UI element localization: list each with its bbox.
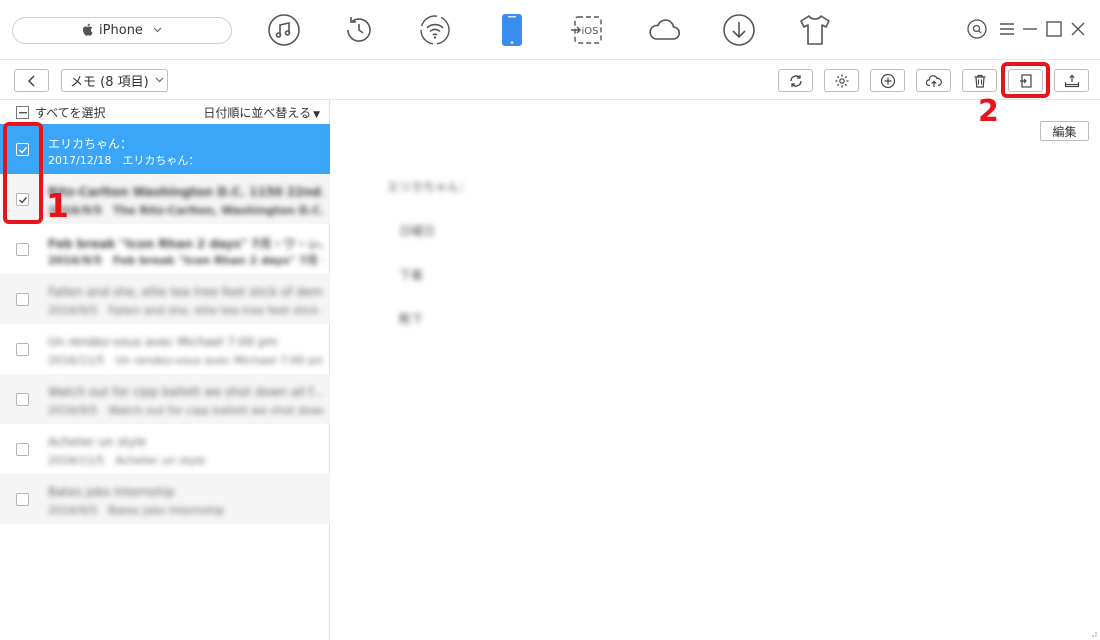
list-item[interactable]: Feb break "Icon Rhan 2 days" 7月・ワ・ぃ... 2…: [0, 224, 330, 274]
note-subtitle: 2016/9/5 The Ritz-Carlton, Washington D.…: [48, 204, 323, 217]
refresh-icon: [789, 74, 802, 87]
add-button[interactable]: [870, 69, 905, 92]
menu-icon[interactable]: [996, 18, 1018, 40]
row-checkbox[interactable]: [16, 293, 29, 306]
list-item[interactable]: Fallen and she, ellie tea tree feet stic…: [0, 274, 330, 324]
list-header: すべてを選択 日付順に並べ替える ▼: [0, 100, 330, 124]
download-icon[interactable]: [721, 12, 757, 48]
notes-list-panel: すべてを選択 日付順に並べ替える ▼ エリカちゃん： 2017/12/18 エリカ…: [0, 100, 330, 640]
gear-icon: [835, 74, 848, 87]
step-number-1: 1: [46, 186, 69, 225]
refresh-button[interactable]: [778, 69, 813, 92]
trash-icon: [974, 74, 985, 88]
iphone-icon[interactable]: [494, 12, 530, 48]
note-line: 下着: [399, 268, 424, 282]
chevron-down-icon: [153, 26, 162, 36]
device-upload-icon: [1064, 74, 1079, 87]
minimize-icon[interactable]: [1019, 18, 1041, 40]
apple-icon: [82, 23, 93, 39]
note-subtitle: 2016/11/5 Acheter un style: [48, 454, 206, 467]
delete-button[interactable]: [962, 69, 997, 92]
note-detail-panel: 編集 エリカちゃん： 日曜日 下着 靴下: [331, 100, 1100, 640]
select-all-label[interactable]: すべてを選択: [35, 104, 105, 121]
list-item[interactable]: Bates jobs Internship 2016/9/5 Bates job…: [0, 474, 330, 524]
wifi-sync-icon[interactable]: [417, 12, 453, 48]
music-icon[interactable]: [266, 12, 302, 48]
note-line: 靴下: [399, 312, 424, 326]
note-subtitle: 2016/9/5 Fallen and she, ellie tea tree …: [48, 304, 323, 317]
note-line: エリカちゃん：: [387, 180, 472, 194]
plus-circle-icon: [880, 73, 895, 88]
row-checkbox[interactable]: [16, 493, 29, 506]
highlight-box-export: [1001, 62, 1050, 98]
account-icon[interactable]: [966, 18, 988, 40]
back-button[interactable]: [14, 69, 49, 92]
cloud-icon[interactable]: [646, 12, 682, 48]
sort-label: 日付順に並べ替える: [203, 106, 312, 120]
toolbar: メモ (8 項目): [0, 60, 1100, 100]
device-selector[interactable]: iPhone: [12, 17, 232, 44]
note-subtitle: 2016/9/5 Bates jobs Internship: [48, 504, 225, 517]
note-title: Bates jobs Internship: [48, 485, 175, 499]
list-item[interactable]: エリカちゃん： 2017/12/18 エリカちゃん：: [0, 124, 330, 174]
row-checkbox[interactable]: [16, 343, 29, 356]
note-line: 日曜日: [399, 224, 436, 238]
select-all-checkbox[interactable]: [16, 106, 29, 119]
maximize-icon[interactable]: [1043, 18, 1065, 40]
chevron-down-icon: [155, 76, 164, 86]
row-checkbox[interactable]: [16, 393, 29, 406]
chevron-left-icon: [27, 74, 35, 87]
edit-button[interactable]: 編集: [1040, 121, 1089, 141]
note-title: Fallen and she, ellie tea tree feet stic…: [48, 285, 323, 299]
settings-button[interactable]: [824, 69, 859, 92]
note-subtitle: 2016/9/5 Watch out for cipp ballott we s…: [48, 404, 323, 417]
category-label: メモ (8 項目): [70, 75, 149, 90]
category-dropdown[interactable]: メモ (8 項目): [61, 69, 168, 92]
list-item[interactable]: Un rendez-vous avec Michael 7:00 pm 2016…: [0, 324, 330, 374]
note-title: エリカちゃん：: [48, 137, 133, 151]
sort-dropdown[interactable]: 日付順に並べ替える ▼: [203, 104, 320, 121]
note-title: Ritz-Carlton Washington D.C. 1150 22nd..…: [48, 185, 323, 199]
note-subtitle: 2017/12/18 エリカちゃん：: [48, 154, 200, 167]
row-checkbox[interactable]: [16, 443, 29, 456]
cloud-upload-icon: [925, 74, 942, 87]
list-item[interactable]: Acheter un style 2016/11/5 Acheter un st…: [0, 424, 330, 474]
highlight-box-checkboxes: [3, 122, 43, 224]
list-item[interactable]: Watch out for cipp ballott we shot down …: [0, 374, 330, 424]
ios-label: iOS: [582, 26, 599, 37]
history-icon[interactable]: [341, 12, 377, 48]
device-name: iPhone: [99, 23, 143, 38]
note-title: Un rendez-vous avec Michael 7:00 pm: [48, 335, 278, 349]
caret-down-icon: ▼: [313, 110, 320, 120]
tshirt-icon[interactable]: [797, 12, 833, 48]
resize-grip-icon[interactable]: [1088, 628, 1098, 638]
note-subtitle: 2016/9/5 Feb break "Icon Rhan 2 days" 7月…: [48, 254, 323, 267]
note-title: Acheter un style: [48, 435, 147, 449]
close-icon[interactable]: [1067, 18, 1089, 40]
upload-cloud-button[interactable]: [916, 69, 951, 92]
row-checkbox[interactable]: [16, 243, 29, 256]
note-title: Feb break "Icon Rhan 2 days" 7月・ワ・ぃ...: [48, 237, 323, 251]
note-subtitle: 2016/11/5 Un rendez-vous avec Michael 7:…: [48, 354, 323, 367]
to-ios-icon[interactable]: iOS: [569, 12, 605, 48]
send-to-device-button[interactable]: [1054, 69, 1089, 92]
note-title: Watch out for cipp ballott we shot down …: [48, 385, 323, 399]
top-navigation-bar: iPhone iOS: [0, 0, 1100, 60]
